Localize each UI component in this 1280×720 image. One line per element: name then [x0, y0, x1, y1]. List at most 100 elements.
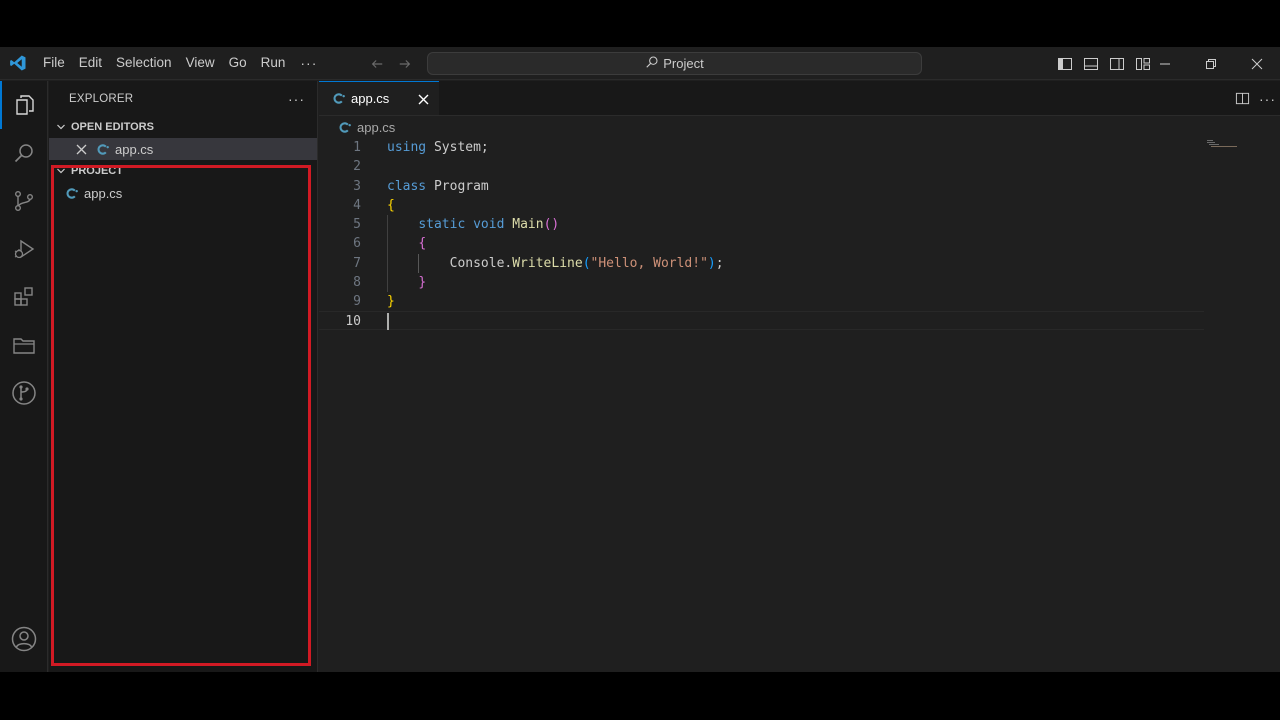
open-editor-item[interactable]: app.cs — [49, 138, 317, 160]
code-token: { — [387, 197, 395, 213]
more-actions-icon[interactable]: ··· — [1259, 91, 1276, 107]
code-token: } — [418, 274, 427, 290]
code-text: { — [387, 234, 426, 253]
csharp-file-icon — [64, 185, 80, 201]
git-graph-icon[interactable] — [0, 369, 48, 417]
code-text: using System; — [387, 138, 489, 157]
text-cursor — [387, 313, 389, 331]
line-number: 6 — [353, 236, 361, 252]
navigation-arrows — [366, 47, 416, 80]
activity-bar — [0, 81, 48, 672]
tab-label: app.cs — [351, 91, 390, 106]
code-line[interactable]: 6 { — [319, 234, 1204, 253]
menu-run[interactable]: Run — [254, 51, 293, 75]
code-token: void — [473, 217, 505, 232]
code-text: } — [387, 292, 395, 311]
close-editor-icon[interactable] — [75, 143, 87, 155]
menu-edit[interactable]: Edit — [72, 51, 109, 75]
layout-controls — [1054, 47, 1154, 80]
line-number: 4 — [353, 197, 361, 213]
more-menu-icon[interactable]: ··· — [292, 55, 325, 71]
search-icon[interactable] — [0, 129, 48, 177]
menu-file[interactable]: File — [36, 51, 72, 75]
split-editor-icon[interactable] — [1231, 88, 1253, 110]
project-section-header[interactable]: PROJECT — [49, 160, 317, 182]
close-window-icon[interactable] — [1234, 47, 1280, 80]
toggle-panel-icon[interactable] — [1080, 53, 1102, 75]
code-token: System; — [426, 140, 489, 155]
breadcrumb-filename: app.cs — [357, 119, 396, 135]
chevron-down-icon — [53, 119, 69, 135]
code-token: "Hello, World!" — [590, 255, 708, 271]
indent-guide — [418, 253, 419, 273]
code-token: ) — [707, 255, 716, 271]
menu-selection[interactable]: Selection — [109, 51, 179, 75]
restore-icon[interactable] — [1188, 47, 1234, 80]
command-center-search[interactable]: Project — [427, 52, 922, 75]
code-line[interactable]: 1 using System; — [319, 138, 1204, 157]
extensions-icon[interactable] — [0, 273, 48, 321]
explorer-more-actions-icon[interactable]: ··· — [288, 91, 305, 107]
line-number: 7 — [353, 255, 361, 271]
line-number: 2 — [353, 159, 361, 175]
menu-view[interactable]: View — [179, 51, 222, 75]
line-number: 8 — [353, 274, 361, 290]
code-line[interactable]: 4{ — [319, 196, 1204, 215]
title-bar: File Edit Selection View Go Run ··· Project — [0, 47, 1280, 80]
line-number: 10 — [345, 314, 361, 330]
code-text: } — [387, 273, 426, 292]
project-filename: app.cs — [84, 185, 123, 201]
code-line[interactable]: 9} — [319, 292, 1204, 311]
indent-guide — [387, 215, 388, 292]
toggle-secondary-sidebar-icon[interactable] — [1106, 53, 1128, 75]
remote-explorer-icon[interactable] — [0, 321, 48, 369]
project-file-item[interactable]: app.cs — [49, 182, 317, 204]
csharp-file-icon — [331, 91, 347, 107]
line-number: 9 — [353, 294, 361, 309]
sidebar-title: EXPLORER — [69, 92, 134, 105]
csharp-file-icon — [95, 141, 111, 157]
explorer-icon[interactable] — [0, 81, 48, 129]
editor-group: app.cs ··· app.cs 1 using System; 2 3 class … — [319, 81, 1280, 672]
toggle-primary-sidebar-icon[interactable] — [1054, 53, 1076, 75]
open-editors-label: OPEN EDITORS — [71, 121, 154, 133]
letterbox-bottom — [0, 672, 1280, 720]
tab-bar: app.cs ··· — [319, 81, 1280, 116]
code-line[interactable]: 5 static void Main() — [319, 215, 1204, 234]
window-controls — [1142, 47, 1280, 80]
open-editor-filename: app.cs — [115, 141, 154, 157]
back-arrow-icon[interactable] — [366, 53, 388, 75]
code-line[interactable]: 3 class Program — [319, 177, 1204, 196]
accounts-icon[interactable] — [0, 615, 48, 663]
source-control-icon[interactable] — [0, 177, 48, 225]
code-token: ; — [715, 255, 724, 271]
vscode-logo-icon — [0, 47, 36, 80]
code-line[interactable]: 2 — [319, 157, 1204, 176]
code-line[interactable]: 10 — [319, 311, 1204, 331]
code-token: class — [387, 178, 427, 194]
breadcrumb[interactable]: app.cs — [319, 116, 1280, 138]
code-token: Program — [426, 178, 489, 194]
forward-arrow-icon[interactable] — [394, 53, 416, 75]
csharp-file-icon — [337, 119, 353, 135]
minimap[interactable] — [1207, 138, 1247, 158]
code-line[interactable]: 8 } — [319, 273, 1204, 292]
open-editors-section-header[interactable]: OPEN EDITORS — [49, 116, 317, 138]
code-token: Console. — [387, 255, 513, 271]
run-debug-icon[interactable] — [0, 225, 48, 273]
close-tab-icon[interactable] — [415, 91, 431, 107]
code-line[interactable]: 7 Console.WriteLine("Hello, World!"); — [319, 254, 1204, 273]
editor-actions: ··· — [1231, 81, 1280, 116]
code-editor[interactable]: 1 using System; 2 3 class Program 4{5 static … — [319, 138, 1280, 672]
code-text: class Program — [387, 177, 489, 196]
tab-app-cs[interactable]: app.cs — [319, 81, 439, 115]
code-text: static void Main() — [387, 215, 559, 234]
menu-bar: File Edit Selection View Go Run — [36, 47, 292, 80]
minimize-icon[interactable] — [1142, 47, 1188, 80]
code-text: { — [387, 196, 395, 215]
code-token: Main — [512, 217, 544, 232]
menu-go[interactable]: Go — [222, 51, 254, 75]
